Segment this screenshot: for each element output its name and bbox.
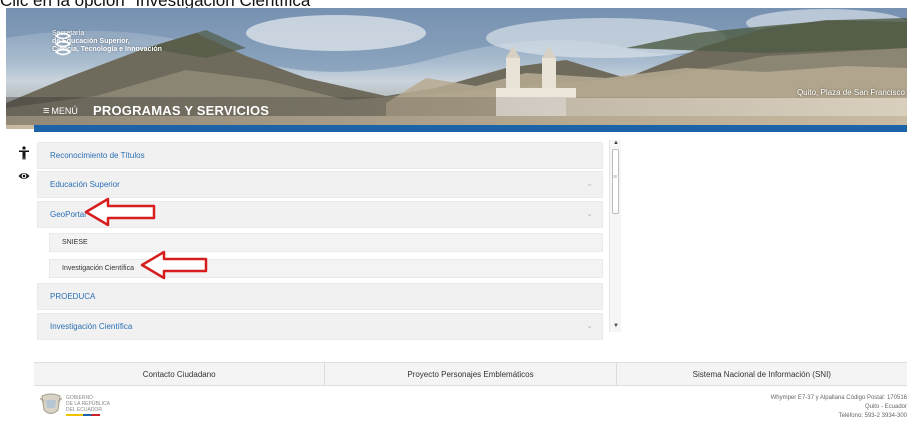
scroll-down-icon[interactable]: ▼: [613, 323, 619, 329]
accordion-item-label: GeoPortal: [50, 210, 87, 219]
chevron-down-icon: ⌄: [586, 209, 593, 218]
chevron-down-icon: ⌄: [586, 321, 593, 330]
page-title: PROGRAMAS Y SERVICIOS: [93, 103, 270, 118]
page: Clic en la opción "Investigación Científ…: [0, 0, 907, 425]
secretaria-logo[interactable]: Secretaría de Educación Superior, Cienci…: [52, 30, 162, 56]
accessibility-icon[interactable]: [18, 146, 30, 160]
ecuador-coat-of-arms-icon: [40, 393, 62, 414]
hamburger-icon: ≡: [43, 104, 50, 117]
gov-line-2: DE LA REPÚBLICA: [66, 400, 110, 407]
scroll-up-icon[interactable]: ▲: [613, 140, 619, 146]
flag-stripe: [66, 413, 100, 416]
annotation-arrow-investigacion: [140, 250, 208, 280]
footer-address: Whymper E7-37 y Alpallana Código Postal:…: [771, 394, 907, 421]
annotation-arrow-geoportal: [84, 197, 156, 227]
accordion-item-label: PROEDUCA: [50, 292, 96, 301]
scrollbar-thumb[interactable]: [612, 149, 619, 214]
eye-icon[interactable]: [18, 169, 30, 183]
accordion-item-label: Investigación Científica: [50, 322, 133, 331]
photo-credit: Quito, Plaza de San Francisco: [796, 88, 905, 97]
gov-line-3: DEL ECUADOR: [66, 406, 102, 413]
footer-links: Contacto Ciudadano Proyecto Personajes E…: [34, 362, 907, 386]
accordion-item-educacion-superior[interactable]: Educación Superior ⌄: [37, 171, 603, 198]
submenu-item-sniese[interactable]: SNIESE: [49, 233, 603, 252]
address-line-1: Whymper E7-37 y Alpallana Código Postal:…: [770, 395, 907, 401]
footer-link-personajes[interactable]: Proyecto Personajes Emblemáticos: [325, 363, 617, 385]
menu-button[interactable]: ≡ MENÚ: [43, 104, 78, 117]
top-navbar: ≡ MENÚ PROGRAMAS Y SERVICIOS: [6, 97, 907, 125]
address-line-2: Quito - Ecuador: [864, 404, 907, 410]
accordion-item-label: Reconocimiento de Títulos: [50, 151, 145, 160]
accordion-item-investigacion-cientifica[interactable]: Investigación Científica ⌄: [37, 313, 603, 340]
accordion-item-label: Educación Superior: [50, 180, 120, 189]
submenu-item-label: SNIESE: [62, 239, 88, 246]
accessibility-toolbar: [18, 146, 32, 192]
secretaria-emblem-icon: [54, 32, 72, 56]
footer-link-contacto[interactable]: Contacto Ciudadano: [34, 363, 326, 385]
submenu-item-label: Investigación Científica: [62, 265, 134, 272]
address-line-3: Teléfono: 593-2 3934-300: [838, 413, 907, 419]
menu-label: MENÚ: [51, 106, 78, 116]
chevron-down-icon: ⌄: [586, 179, 593, 188]
accordion-item-proeduca[interactable]: PROEDUCA: [37, 283, 603, 310]
submenu-item-investigacion-cientifica[interactable]: Investigación Científica: [49, 259, 603, 278]
gobierno-ecuador-logo[interactable]: GOBIERNO DE LA REPÚBLICA DEL ECUADOR: [40, 392, 110, 418]
accordion-scrollbar[interactable]: ▲ ▼: [609, 140, 621, 332]
accent-divider: [34, 125, 907, 132]
footer-link-sni[interactable]: Sistema Nacional de Información (SNI): [617, 363, 907, 385]
accordion-item-reconocimiento[interactable]: Reconocimiento de Títulos: [37, 142, 603, 169]
